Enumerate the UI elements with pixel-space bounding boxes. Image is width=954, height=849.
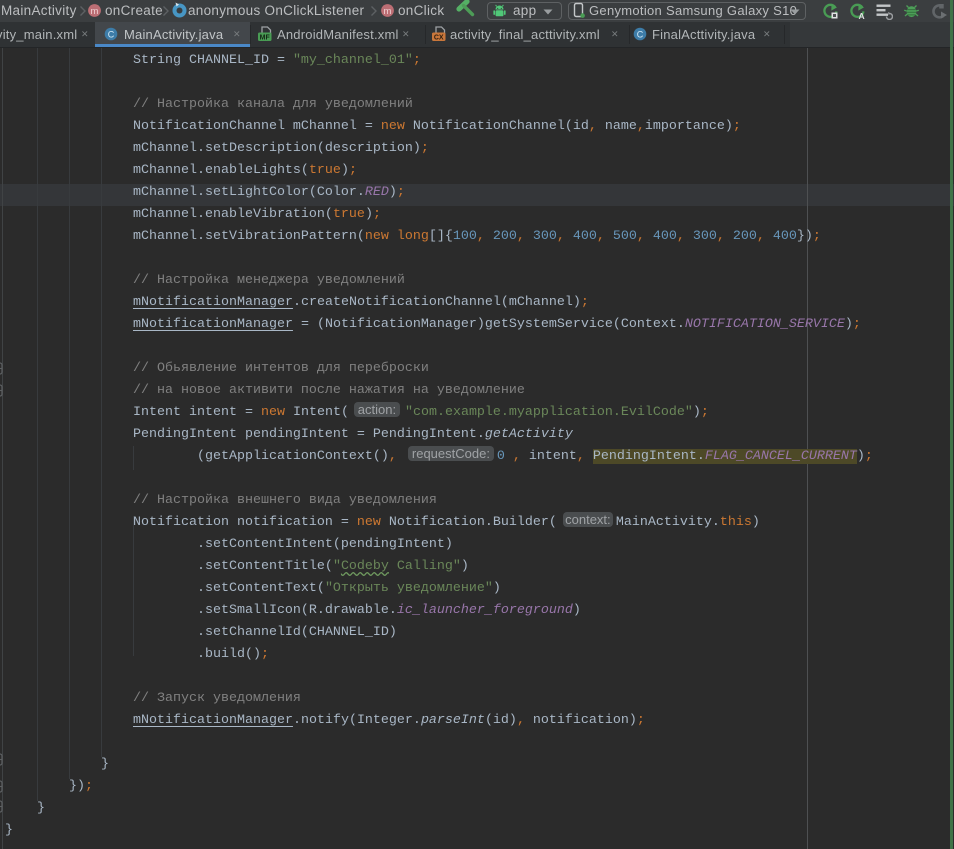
svg-text:MF: MF [260, 35, 271, 42]
svg-text:C: C [108, 29, 115, 39]
svg-text:CX: CX [434, 35, 444, 42]
svg-text:A: A [859, 11, 865, 20]
svg-text:m: m [91, 6, 99, 17]
svg-text:m: m [384, 6, 392, 17]
svg-text:C: C [637, 29, 644, 39]
